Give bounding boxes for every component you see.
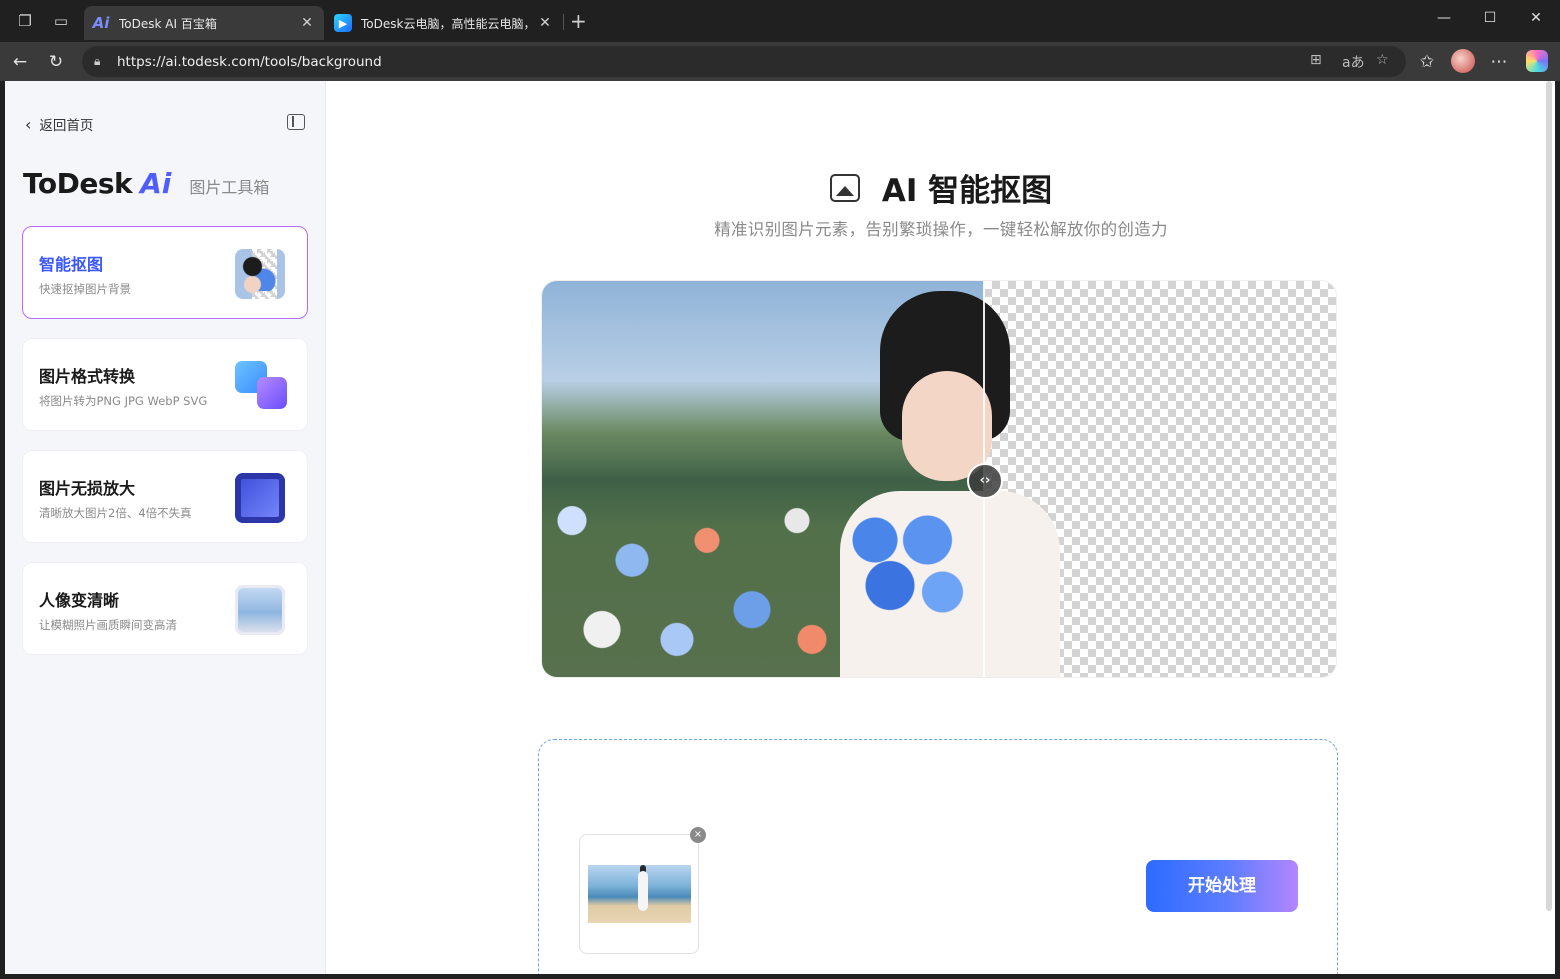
sidebar: ‹ 返回首页 ToDesk Ai 图片工具箱 智能抠图 快速抠掉图片背景 图片格… (5, 81, 326, 974)
refresh-icon[interactable]: ↻ (45, 51, 67, 73)
image-ai-icon (829, 173, 860, 202)
tool-card-upscale[interactable]: 图片无损放大 清晰放大图片2倍、4倍不失真 (22, 450, 308, 543)
favorites-icon[interactable]: ✩ (1416, 51, 1438, 73)
window-bottom-edge (0, 974, 1560, 979)
upload-dropzone[interactable]: × 开始处理 (538, 739, 1338, 974)
start-process-button[interactable]: 开始处理 (1146, 860, 1298, 912)
tab-bar: ❐ ▭ Ai ToDesk AI 百宝箱 ✕ ▶ ToDesk云电脑，高性能云电… (0, 0, 1560, 42)
address-bar: ← ↻ 🔒︎ https://ai.todesk.com/tools/backg… (0, 42, 1560, 81)
close-window-icon[interactable]: ✕ (1525, 10, 1547, 26)
portrait-subject (820, 291, 1060, 677)
format-convert-icon (235, 361, 287, 411)
tab-separator (563, 14, 564, 30)
tab-todesk-cloud[interactable]: ▶ ToDesk云电脑，高性能云电脑，云 ✕ (326, 6, 562, 40)
profile-avatar[interactable] (1451, 49, 1475, 73)
page-viewport: ‹ 返回首页 ToDesk Ai 图片工具箱 智能抠图 快速抠掉图片背景 图片格… (5, 81, 1555, 974)
tab-todesk-ai[interactable]: Ai ToDesk AI 百宝箱 ✕ (84, 6, 324, 40)
close-tab-icon[interactable]: ✕ (536, 15, 554, 31)
favorite-star-icon[interactable]: ☆ (1376, 52, 1389, 68)
cutout-thumb (235, 249, 285, 299)
tool-desc: 将图片转为PNG JPG WebP SVG (39, 394, 208, 408)
portrait-enhance-thumb (235, 585, 285, 635)
page-scrollbar[interactable] (1546, 81, 1552, 911)
remove-image-icon[interactable]: × (690, 827, 706, 843)
uploaded-image-figure (638, 871, 648, 911)
url-field[interactable]: 🔒︎ https://ai.todesk.com/tools/backgroun… (82, 46, 1406, 77)
brand: ToDesk Ai 图片工具箱 (23, 167, 269, 200)
collapse-sidebar-icon[interactable] (287, 114, 305, 130)
new-tab-icon[interactable]: + (570, 11, 587, 31)
tool-card-portrait-enhance[interactable]: 人像变清晰 让模糊照片画质瞬间变高清 (22, 562, 308, 655)
brand-logo-ai: Ai (140, 167, 172, 200)
upscale-thumb (235, 473, 285, 523)
close-tab-icon[interactable]: ✕ (298, 15, 316, 31)
tool-card-cutout[interactable]: 智能抠图 快速抠掉图片背景 (22, 226, 308, 319)
page-title-text: AI 智能抠图 (881, 173, 1053, 209)
brand-subtitle: 图片工具箱 (189, 178, 270, 197)
chevron-left-icon: ‹ (25, 114, 32, 134)
back-arrow-icon[interactable]: ← (9, 51, 31, 73)
maximize-icon[interactable]: ☐ (1479, 10, 1501, 26)
back-home-link[interactable]: ‹ 返回首页 (25, 114, 94, 135)
workspaces-icon[interactable]: ❐ (15, 11, 35, 31)
app-available-icon[interactable]: ⊞ (1310, 52, 1322, 68)
tool-desc: 清晰放大图片2倍、4倍不失真 (39, 506, 192, 520)
tab-title: ToDesk AI 百宝箱 (119, 16, 217, 31)
page-title: AI 智能抠图 (327, 165, 1555, 210)
tool-title: 人像变清晰 (39, 591, 120, 610)
tab-actions-icon[interactable]: ▭ (51, 11, 71, 31)
tool-desc: 让模糊照片画质瞬间变高清 (39, 618, 177, 632)
tool-title: 智能抠图 (39, 255, 104, 274)
flower-field (542, 481, 842, 677)
minimize-icon[interactable]: — (1433, 10, 1455, 26)
brand-logo: ToDesk (23, 167, 133, 200)
subject-bouquet (830, 501, 980, 631)
uploaded-image-thumb: × (579, 827, 706, 954)
before-after-compare[interactable]: ‹› (541, 280, 1337, 678)
compare-slider-handle[interactable]: ‹› (967, 463, 1003, 499)
tool-title: 图片无损放大 (39, 479, 136, 498)
more-menu-icon[interactable]: ⋯ (1488, 51, 1510, 73)
url-text: https://ai.todesk.com/tools/background (117, 53, 382, 70)
tool-card-format-convert[interactable]: 图片格式转换 将图片转为PNG JPG WebP SVG (22, 338, 308, 431)
read-aloud-icon[interactable]: aあ (1342, 52, 1365, 72)
lock-icon: 🔒︎ (94, 54, 101, 68)
copilot-icon[interactable] (1526, 50, 1548, 72)
todesk-ai-icon: Ai (92, 14, 110, 32)
todesk-cloud-icon: ▶ (334, 14, 352, 32)
tab-title: ToDesk云电脑，高性能云电脑，云 (361, 16, 536, 31)
main-content: AI 智能抠图 精准识别图片元素，告别繁琐操作，一键轻松解放你的创造力 ‹› × (327, 81, 1555, 974)
back-home-label: 返回首页 (39, 118, 94, 134)
tool-title: 图片格式转换 (39, 367, 136, 386)
uploaded-image (588, 865, 691, 923)
tool-desc: 快速抠掉图片背景 (39, 282, 131, 296)
page-subtitle: 精准识别图片元素，告别繁琐操作，一键轻松解放你的创造力 (714, 220, 1168, 239)
